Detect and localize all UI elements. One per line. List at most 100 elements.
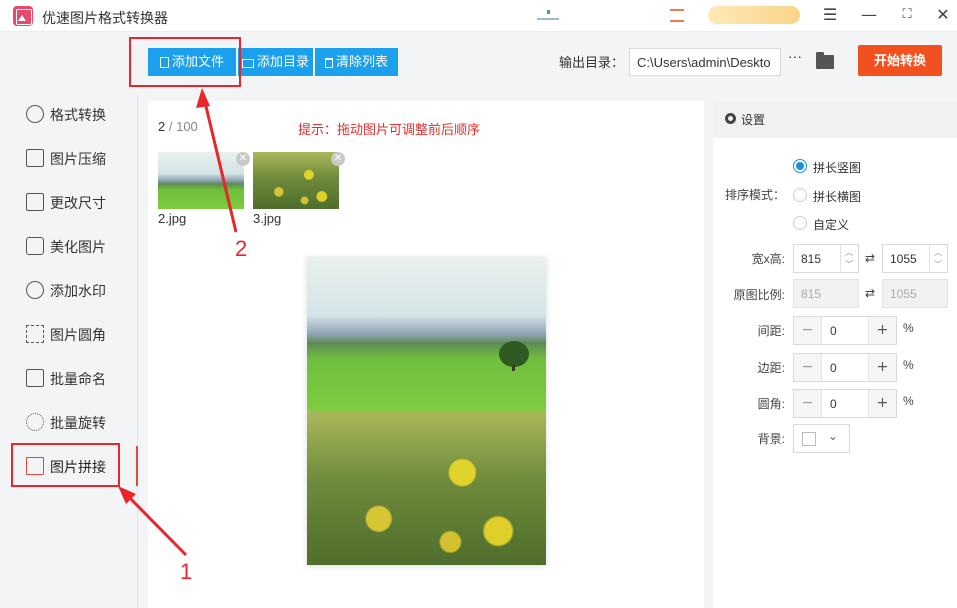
sidebar-item-label: 格式转换: [50, 107, 106, 123]
account-icon[interactable]: [670, 8, 684, 22]
gap-minus-button[interactable]: −: [794, 317, 822, 344]
sidebar-item-round-corner[interactable]: 图片圆角: [0, 319, 138, 349]
width-stepper-arrows[interactable]: ︿ ﹀: [840, 245, 858, 272]
sort-custom-label: 自定义: [813, 218, 850, 232]
gap-value: 0: [830, 324, 837, 338]
sort-horizontal-label: 拼长横图: [813, 190, 862, 204]
gap-percent: %: [903, 321, 914, 335]
more-icon[interactable]: ···: [788, 48, 802, 64]
preview-image-top: [307, 257, 546, 411]
add-folder-button[interactable]: 添加目录: [238, 48, 313, 76]
rotate-icon: [26, 413, 44, 431]
sidebar-item-label: 美化图片: [50, 239, 106, 255]
annotation-label-2: 2: [235, 236, 248, 261]
file-count-total: / 100: [168, 119, 198, 134]
corner-plus-button[interactable]: +: [868, 390, 896, 417]
margin-percent: %: [903, 358, 914, 372]
corner-minus-button[interactable]: −: [794, 390, 822, 417]
corner-value: 0: [830, 397, 837, 411]
gap-plus-button[interactable]: +: [868, 317, 896, 344]
watermark-icon: [26, 281, 44, 299]
image-list-panel: 2 / 100 提示：拖动图片可调整前后顺序 ✕ 2.jpg ✕ 3.jpg: [148, 101, 704, 608]
height-stepper-arrows[interactable]: ︿ ﹀: [929, 245, 947, 272]
round-corner-icon: [26, 325, 44, 343]
minimize-icon[interactable]: —: [858, 4, 880, 26]
margin-stepper[interactable]: − 0 +: [793, 353, 897, 382]
size-label: 宽x高:: [751, 252, 785, 266]
sidebar-item-label: 图片压缩: [50, 151, 106, 167]
app-logo-icon: [13, 6, 33, 26]
margin-value: 0: [830, 361, 837, 375]
remove-thumbnail-icon[interactable]: ✕: [236, 152, 250, 166]
sidebar: 格式转换 图片压缩 更改尺寸 美化图片 添加水印 图片圆角 批量命名 批量旋转 …: [0, 94, 138, 608]
ratio-width-field: 815: [793, 279, 859, 308]
maximize-icon[interactable]: ⛶: [896, 4, 918, 26]
background-color-picker[interactable]: ⌄: [793, 424, 850, 453]
add-folder-label: 添加目录: [256, 54, 309, 69]
format-convert-icon: [26, 105, 44, 123]
sidebar-item-watermark[interactable]: 添加水印: [0, 275, 138, 305]
sort-vertical-label: 拼长竖图: [813, 161, 862, 175]
sidebar-item-label: 更改尺寸: [50, 195, 106, 211]
gap-stepper[interactable]: − 0 +: [793, 316, 897, 345]
drag-hint: 提示：拖动图片可调整前后顺序: [298, 122, 481, 137]
folder-outline-icon: [241, 59, 254, 68]
sidebar-item-rename[interactable]: 批量命名: [0, 363, 138, 393]
height-input[interactable]: 1055 ︿ ﹀: [882, 244, 948, 273]
file-count-current: 2: [158, 119, 166, 134]
ratio-height-value: 1055: [890, 287, 917, 301]
tree-shape: [499, 341, 529, 371]
link-ratio-icon[interactable]: ⇄: [865, 252, 879, 264]
sidebar-item-label: 图片圆角: [50, 327, 106, 343]
compress-icon: [26, 149, 44, 167]
thumbnail-image[interactable]: [253, 152, 339, 209]
title-bar: 优速图片格式转换器 ☰ — ⛶ ✕: [0, 0, 957, 32]
width-value: 815: [801, 252, 822, 266]
sidebar-item-resize[interactable]: 更改尺寸: [0, 187, 138, 217]
menu-icon[interactable]: ☰: [819, 4, 841, 26]
annotation-box-add-file: [129, 37, 241, 87]
start-convert-button[interactable]: 开始转换: [858, 45, 942, 76]
width-input[interactable]: 815 ︿ ﹀: [793, 244, 859, 273]
sidebar-item-compress[interactable]: 图片压缩: [0, 143, 138, 173]
height-value: 1055: [890, 252, 917, 266]
background-label: 背景:: [757, 432, 785, 446]
vip-badge[interactable]: [708, 6, 800, 24]
margin-label: 边距:: [757, 361, 785, 375]
browse-folder-icon[interactable]: [816, 52, 834, 69]
app-title: 优速图片格式转换器: [42, 10, 168, 26]
thumbnail-name: 3.jpg: [253, 211, 282, 226]
sidebar-item-label: 批量旋转: [50, 415, 106, 431]
settings-panel: 设置 排序模式： 拼长竖图 拼长横图 自定义 宽x高: 815 ︿ ﹀ ⇄ 105…: [713, 101, 957, 608]
thumbnail-image[interactable]: [158, 152, 244, 209]
resize-icon: [26, 193, 44, 211]
sidebar-item-rotate[interactable]: 批量旋转: [0, 407, 138, 437]
output-dir-input[interactable]: [629, 48, 781, 76]
ratio-label: 原图比例:: [733, 288, 785, 302]
background-swatch: [802, 432, 816, 446]
sort-custom-radio[interactable]: [793, 216, 807, 230]
clear-list-button[interactable]: 清除列表: [315, 48, 398, 76]
file-count: 2 / 100: [158, 119, 198, 134]
clear-list-label: 清除列表: [335, 54, 388, 69]
sidebar-item-format-convert[interactable]: 格式转换: [0, 99, 138, 129]
annotation-label-1: 1: [180, 559, 193, 584]
skin-icon[interactable]: [537, 10, 559, 20]
sort-mode-label: 排序模式：: [724, 188, 785, 202]
corner-stepper[interactable]: − 0 +: [793, 389, 897, 418]
sort-horizontal-radio[interactable]: [793, 188, 807, 202]
remove-thumbnail-icon[interactable]: ✕: [331, 152, 345, 166]
close-icon[interactable]: ✕: [932, 4, 954, 26]
rename-icon: [26, 369, 44, 387]
sort-vertical-radio[interactable]: [793, 159, 807, 173]
thumbnail-name: 2.jpg: [158, 211, 187, 226]
margin-plus-button[interactable]: +: [868, 354, 896, 381]
margin-minus-button[interactable]: −: [794, 354, 822, 381]
chevron-down-icon: ⌄: [828, 429, 839, 443]
ratio-height-field: 1055: [882, 279, 948, 308]
annotation-box-stitch: [11, 443, 120, 487]
beautify-icon: [26, 237, 44, 255]
ratio-width-value: 815: [801, 287, 822, 301]
sidebar-item-beautify[interactable]: 美化图片: [0, 231, 138, 261]
trash-icon: [324, 58, 333, 68]
